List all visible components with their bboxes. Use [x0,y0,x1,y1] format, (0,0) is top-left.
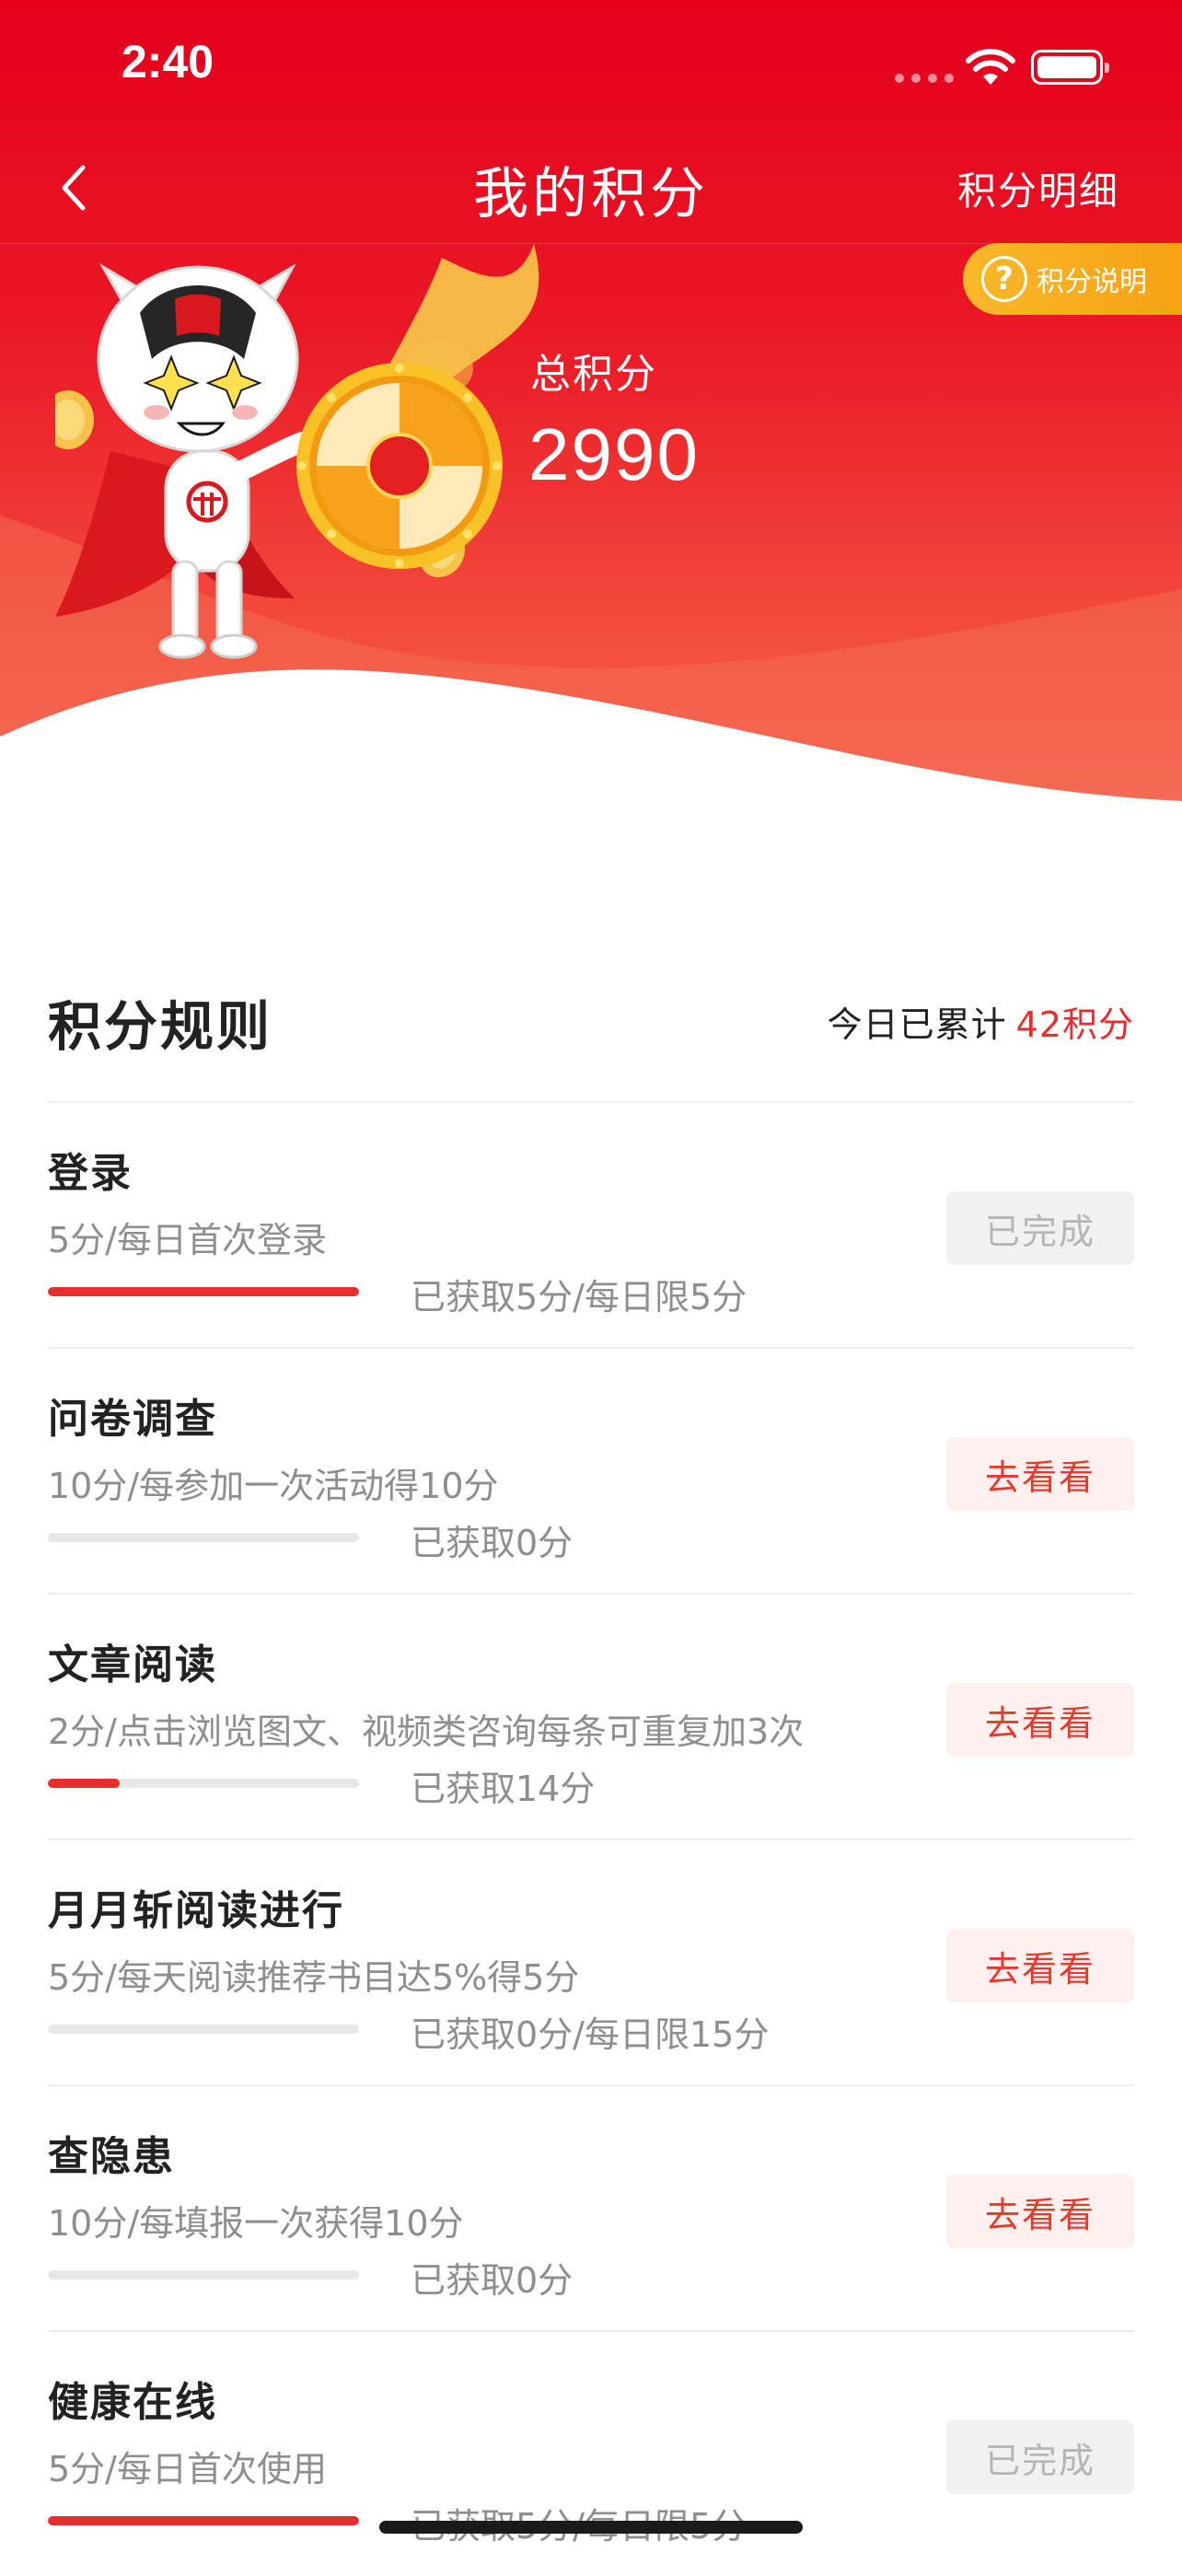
rules-header: 积分规则 今日已累计 42积分 [48,967,1134,1059]
task-description: 10分/每参加一次活动得10分 [48,1466,499,1506]
task-earned: 已获取0分/每日限15分 [411,2014,770,2055]
status-bar: 2:40 [0,0,1182,129]
task-name: 文章阅读 [48,1642,217,1688]
task-go-button[interactable]: 去看看 [946,1929,1134,2002]
nav-bar: 我的积分 积分明细 [0,129,1182,244]
task-description: 5分/每天阅读推荐书目达5%得5分 [48,1957,580,1998]
task-progress-fill [48,1287,359,1296]
task-progress-bar [48,1287,359,1296]
wifi-icon [966,49,1015,85]
status-time: 2:40 [122,36,214,87]
prize-wheel-icon [296,363,503,569]
task-name: 登录 [48,1150,133,1197]
task-progress-bar [48,2270,359,2280]
today-points: 今日已累计 42积分 [828,996,1134,1047]
battery-icon [1031,50,1109,85]
mascot-illustration [55,262,503,659]
task-progress-fill [48,2516,359,2525]
task-progress-bar [48,2516,359,2525]
signal-icon [895,74,954,83]
points-help-label: 积分说明 [1037,266,1147,298]
task-row: 健康在线5分/每日首次使用已获取5分/每日限5分已完成 [48,2330,1134,2576]
total-points-label: 总积分 [530,351,657,398]
today-points-label: 今日已累计 [827,1004,1007,1045]
points-detail-link[interactable]: 积分明细 [957,160,1119,216]
task-go-button[interactable]: 去看看 [946,1437,1134,1511]
task-progress-bar [48,1779,359,1788]
points-help-button[interactable]: ? 积分说明 [963,243,1182,315]
task-description: 10分/每填报一次获得10分 [48,2203,464,2244]
task-row: 登录 5分/每日首次登录已获取5分/每日限5分 已完成 [48,1101,1134,1347]
task-description: 2分/点击浏览图文、视频类咨询每条可重复加3次 [48,1712,805,1752]
task-go-button[interactable]: 去看看 [946,2175,1134,2248]
task-row: 文章阅读 2分/点击浏览图文、视频类咨询每条可重复加3次已获取14分 去看看 [48,1593,1134,1839]
task-row: 月月斩阅读进行 5分/每天阅读推荐书目达5%得5分已获取0分/每日限15分 去看看 [48,1839,1134,2084]
task-name: 健康在线 [48,2379,217,2426]
task-name: 月月斩阅读进行 [48,1887,344,1934]
task-progress-bar [48,1533,359,1542]
task-description: 5分/每日首次登录 [48,1220,327,1260]
task-earned: 已获取5分/每日限5分 [411,1277,747,1317]
question-icon: ? [981,256,1027,302]
task-go-button[interactable]: 去看看 [946,1683,1134,1757]
task-list: 登录 5分/每日首次登录 已获取5分/每日限5分 已完成 问卷调查 10分/每参加一次活动… [48,1101,1134,2576]
task-row: 查隐患 10分/每填报一次获得10分已获取0分 去看看 [48,2084,1134,2330]
task-progress-fill [48,1779,120,1788]
home-indicator [379,2521,803,2534]
total-points-value: 2990 [528,413,700,495]
task-completed-button: 已完成 [946,1191,1134,1265]
task-row: 问卷调查 10分/每参加一次活动得10分已获取0分 去看看 [48,1347,1134,1593]
task-description: 5分/每日首次使用 [48,2449,327,2489]
task-name: 问卷调查 [48,1396,217,1443]
today-points-value: 42积分 [1015,1004,1134,1045]
task-earned: 已获取0分 [411,1523,574,1563]
points-hero: 2:40 我的积分 积分明细 ? 积分说明 总积分 2990 [0,0,1182,829]
task-completed-button: 已完成 [946,2420,1134,2494]
task-earned: 已获取14分 [411,1769,596,1809]
rules-title: 积分规则 [48,995,273,1058]
task-name: 查隐患 [48,2133,175,2180]
task-progress-bar [48,2025,359,2034]
task-earned: 已获取0分 [411,2260,574,2301]
